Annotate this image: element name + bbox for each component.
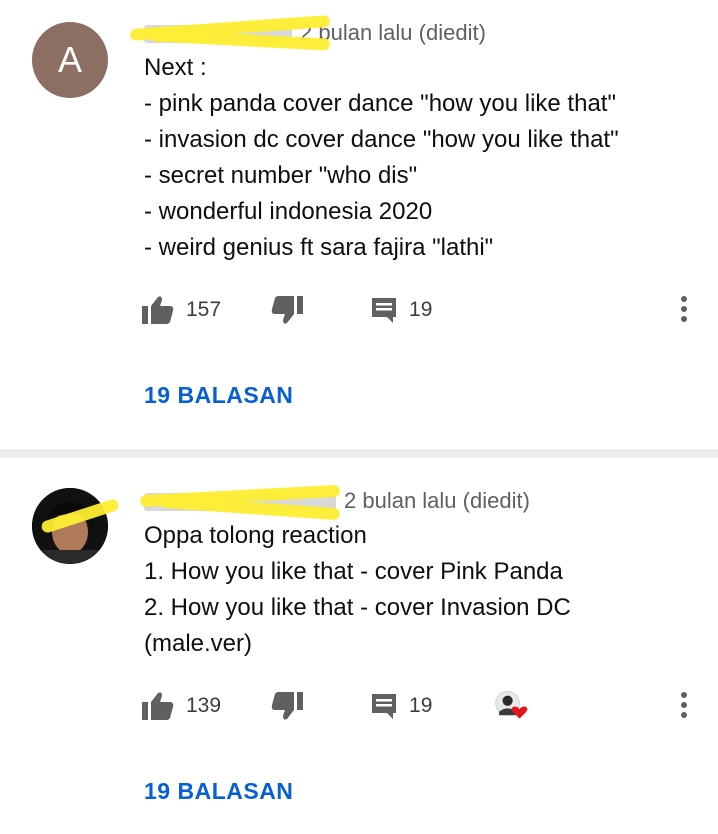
comment-time: 2 bulan lalu (diedit) — [344, 488, 530, 513]
thumb-up-icon — [142, 692, 174, 720]
more-vertical-icon — [681, 692, 687, 698]
comment-text: Oppa tolong reaction 1. How you like tha… — [144, 522, 571, 657]
reply-button[interactable]: 19 — [369, 691, 432, 721]
comment-text: Next : - pink panda cover dance "how you… — [144, 54, 619, 261]
more-vertical-icon — [681, 296, 687, 302]
like-button[interactable]: 139 — [140, 690, 221, 722]
more-options-button[interactable] — [680, 296, 688, 322]
like-count: 139 — [186, 694, 222, 717]
reply-count: 19 — [409, 298, 433, 321]
comment-thread: 2 bulan lalu (diedit) Oppa tolong reacti… — [0, 458, 718, 834]
comment-divider — [0, 450, 718, 458]
more-options-button[interactable] — [680, 692, 688, 718]
like-count: 157 — [186, 298, 222, 321]
thumb-down-icon — [271, 692, 304, 720]
reply-count: 19 — [409, 694, 433, 717]
comment-icon — [372, 298, 397, 323]
thumb-up-icon — [142, 296, 174, 324]
view-replies-link[interactable]: 19 BALASAN — [144, 778, 293, 805]
view-replies-link[interactable]: 19 BALASAN — [144, 382, 293, 409]
avatar[interactable]: A — [32, 22, 108, 98]
dislike-button[interactable] — [269, 294, 305, 326]
creator-heart-icon — [495, 690, 528, 719]
thumb-down-icon — [271, 296, 304, 324]
comment-actions: 157 19 — [140, 290, 432, 330]
dislike-button[interactable] — [269, 690, 305, 722]
comment-actions: 139 19 — [140, 686, 432, 726]
like-button[interactable]: 157 — [140, 294, 221, 326]
comment-thread: A 2 bulan lalu (diedit) Next : - pink pa… — [0, 0, 718, 450]
comment-icon — [372, 694, 397, 719]
reply-button[interactable]: 19 — [369, 295, 432, 325]
